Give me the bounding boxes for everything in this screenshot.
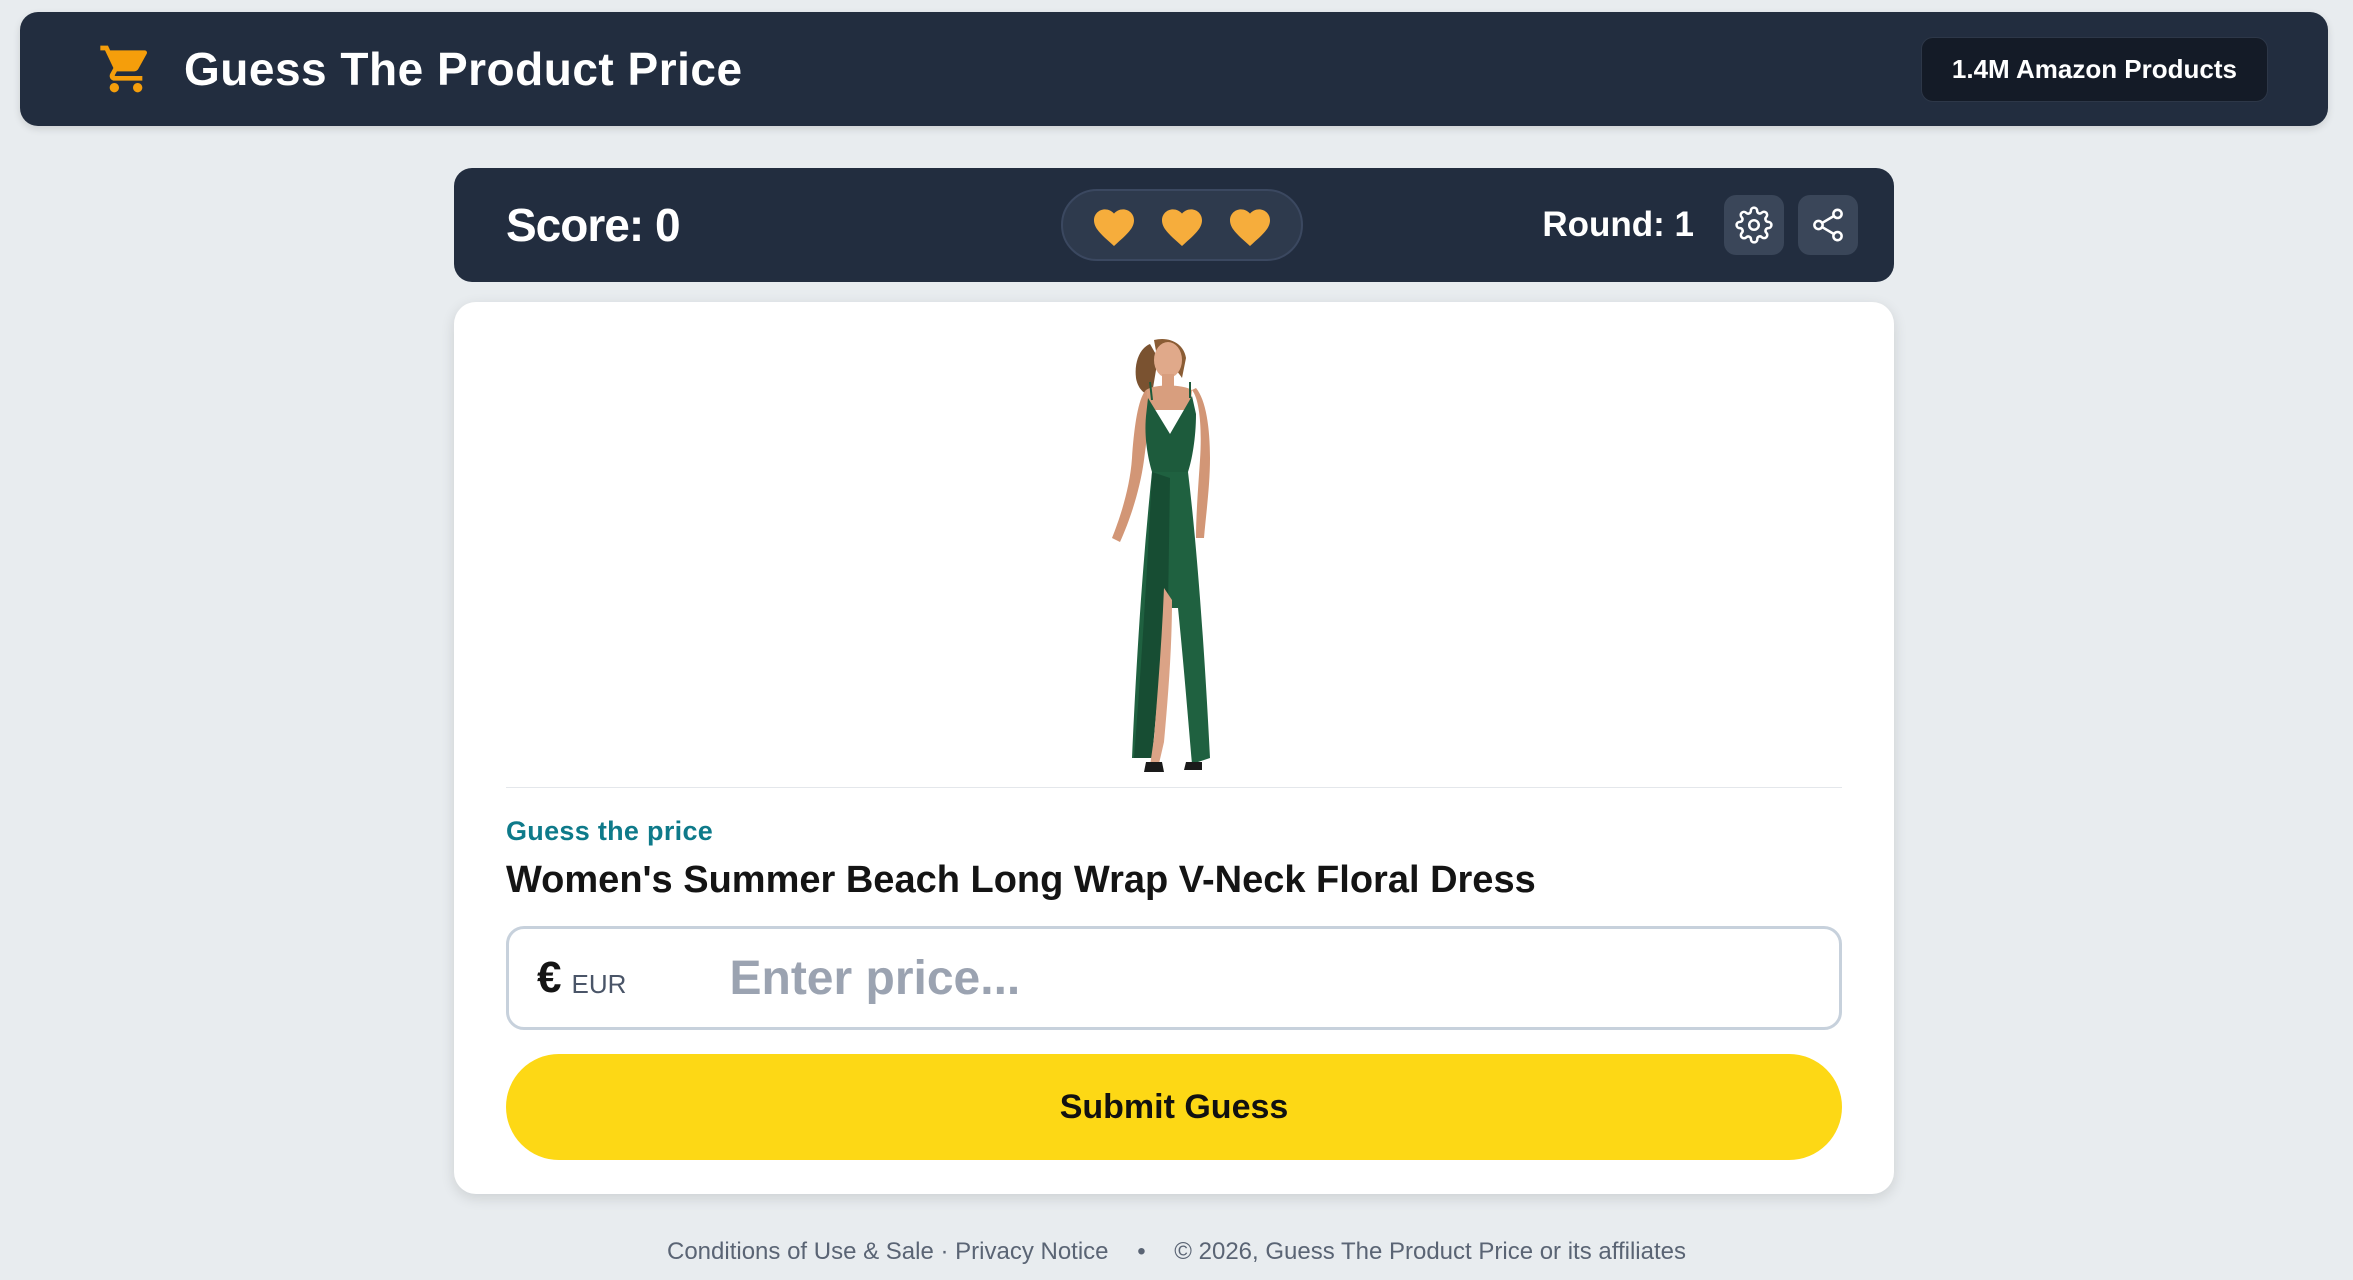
share-button[interactable] [1798,195,1858,255]
products-count-badge: 1.4M Amazon Products [1920,36,2268,102]
round-and-tools: Round: 1 [1478,195,1858,255]
copyright-text: © 2026, Guess The Product Price or its a… [1174,1238,1686,1265]
heart-icon [1162,209,1202,246]
app-title: Guess The Product Price [184,43,743,95]
brand[interactable]: Guess The Product Price [98,41,743,97]
product-image-area [506,302,1842,788]
price-field[interactable]: € EUR [506,926,1842,1030]
product-image [1092,338,1256,774]
heart-icon [1230,209,1270,246]
guess-label: Guess the price [506,816,714,846]
game-card: Guess the price Women's Summer Beach Lon… [454,302,1894,1194]
lives-indicator [1061,189,1303,261]
euro-icon: € [537,953,562,1002]
footer-bullet: • [1137,1238,1146,1265]
score-bar: Score: 0 Round: 1 [454,168,1894,282]
terms-link[interactable]: Conditions of Use & Sale [667,1238,934,1265]
submit-guess-button[interactable]: Submit Guess [506,1054,1842,1160]
footer: Conditions of Use & Sale · Privacy Notic… [0,1238,2353,1266]
gear-icon [1735,206,1773,244]
app-header: Guess The Product Price 1.4M Amazon Prod… [20,12,2328,126]
round-display: Round: 1 [1542,205,1694,244]
product-title: Women's Summer Beach Long Wrap V-Neck Fl… [506,859,1536,901]
share-icon [1813,208,1843,242]
heart-icon [1094,209,1134,246]
cart-icon [100,45,148,93]
settings-button[interactable] [1724,195,1784,255]
footer-separator: · [940,1238,949,1265]
currency-code: EUR [571,968,627,999]
privacy-link[interactable]: Privacy Notice [955,1238,1108,1265]
score-display: Score: 0 [506,199,681,251]
price-input[interactable] [729,950,1811,1006]
